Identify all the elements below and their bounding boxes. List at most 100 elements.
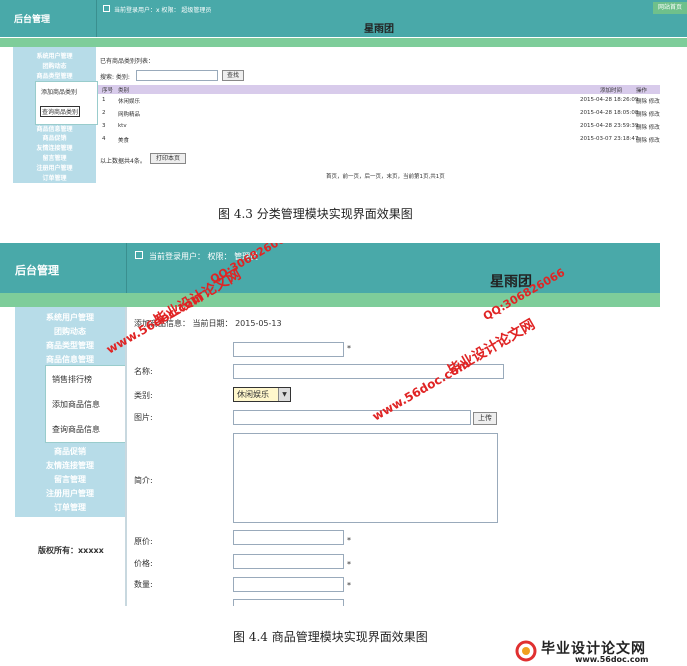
sidebar-item-query-goods[interactable]: 查询商品信息	[52, 424, 100, 435]
top-brand: 后台管理	[0, 0, 97, 37]
name-label: 名称:	[134, 367, 153, 376]
bottom-brand: 后台管理	[0, 243, 127, 293]
login-text: 当前登录用户：x 权限： 超级管理员	[114, 7, 212, 14]
sidebar-subbox: 添加商品类别 查询商品类别	[35, 81, 98, 125]
col-no: 序号	[102, 88, 114, 94]
sidebar-item-messages[interactable]: 留言管理	[13, 153, 96, 162]
row-name: 美食	[118, 138, 130, 144]
green-band	[0, 38, 687, 47]
sidebar-item-orders[interactable]: 订单管理	[13, 173, 96, 182]
col-time: 添加时间	[600, 88, 623, 94]
category-screenshot: 后台管理 当前登录用户：x 权限： 超级管理员 网站首页 星雨团 系统用户管理 …	[0, 0, 687, 186]
required-mark: *	[347, 560, 351, 569]
col-name: 类别	[118, 88, 130, 94]
row-no: 1	[102, 97, 106, 103]
required-mark: *	[347, 344, 351, 353]
image-field[interactable]	[233, 410, 471, 425]
field-unnamed[interactable]	[233, 342, 344, 357]
sidebar-item-sales-rank[interactable]: 销售排行榜	[52, 374, 92, 385]
bottom-sidebar: 系统用户管理 团购动态 商品类型管理 商品信息管理 销售排行榜 添加商品信息 查…	[15, 307, 127, 517]
image-label: 图片:	[134, 413, 153, 422]
row-ops[interactable]: 删除 修改	[636, 136, 660, 144]
sidebar-item-users[interactable]: 系统用户管理	[13, 51, 96, 60]
row-no: 3	[102, 123, 106, 129]
table-row: 3 ktv 2015-04-28 23:59:39 删除 修改	[98, 120, 660, 133]
sidebar-item-goods[interactable]: 商品信息管理	[15, 354, 125, 365]
price-field[interactable]	[233, 554, 344, 569]
sidebar-item-reg-users[interactable]: 注册用户管理	[13, 163, 96, 172]
sidebar-item-query-category[interactable]: 查询商品类别	[40, 106, 81, 117]
row-time: 2015-03-07 23:18:47	[580, 136, 639, 142]
price-label: 价格:	[134, 559, 153, 568]
upload-button[interactable]: 上传	[473, 412, 497, 425]
search-label: 搜索: 类别:	[100, 74, 130, 81]
row-ops[interactable]: 删除 修改	[636, 123, 660, 131]
list-title: 已有商品类别列表：	[100, 58, 155, 65]
checkbox-icon	[103, 5, 110, 12]
sidebar-divider	[125, 307, 127, 606]
original-price-label: 原价:	[134, 537, 153, 546]
sidebar-item-category[interactable]: 商品类型管理	[13, 71, 96, 80]
sidebar-item-reg-users[interactable]: 注册用户管理	[15, 488, 125, 499]
goods-screenshot: 后台管理 当前登录用户： 权限： 管理员 星雨团 系统用户管理 团购动态 商品类…	[0, 243, 660, 606]
table-header: 序号 类别 添加时间 操作	[98, 85, 660, 94]
sidebar-item-promo[interactable]: 商品促销	[13, 133, 96, 142]
intro-textarea[interactable]	[233, 433, 498, 523]
site-title: 星雨团	[364, 24, 394, 35]
search-input[interactable]	[136, 70, 218, 81]
type-label: 类别:	[134, 391, 153, 400]
search-button[interactable]: 查找	[222, 70, 244, 81]
print-button[interactable]: 打印本页	[150, 153, 186, 164]
count-text: 以上数据共4条。	[100, 158, 146, 165]
table-row: 4 美食 2015-03-07 23:18:47 删除 修改	[98, 133, 660, 146]
sidebar-item-users[interactable]: 系统用户管理	[15, 312, 125, 323]
sidebar-subbox: 销售排行榜 添加商品信息 查询商品信息	[45, 365, 127, 443]
sidebar-item-add-category[interactable]: 添加商品类别	[41, 87, 77, 96]
extra-field[interactable]	[233, 599, 344, 606]
table-row: 1 休闲娱乐 2015-04-28 18:26:09 删除 修改	[98, 94, 660, 107]
caption-fig-4-4: 图 4.4 商品管理模块实现界面效果图	[233, 630, 428, 644]
brand-title: 后台管理	[14, 15, 51, 25]
copyright: 版权所有：xxxxx	[38, 546, 104, 555]
checkbox-icon	[135, 251, 143, 259]
logo-url: www.56doc.com	[575, 655, 649, 664]
sidebar-item-messages[interactable]: 留言管理	[15, 474, 125, 485]
green-band	[0, 293, 660, 307]
row-no: 2	[102, 110, 106, 116]
col-ops: 操作	[636, 88, 648, 94]
row-name: ktv	[118, 123, 127, 129]
pager[interactable]: 首页，前一页，后一页，末页，当前第1页,共1页	[326, 172, 445, 180]
top-sidebar: 系统用户管理 团购动态 商品类型管理 添加商品类别 查询商品类别 商品信息管理 …	[13, 47, 98, 183]
row-no: 4	[102, 136, 106, 142]
quantity-label: 数量:	[134, 580, 153, 589]
login-info: 当前登录用户：x 权限： 超级管理员	[103, 5, 211, 14]
brand-title: 后台管理	[15, 264, 59, 277]
type-value: 休闲娱乐	[237, 390, 269, 399]
row-ops[interactable]: 删除 修改	[636, 97, 660, 105]
row-name: 休闲娱乐	[118, 99, 141, 105]
footer-logo: 毕业设计论文网 www.56doc.com	[515, 638, 687, 666]
sidebar-item-add-goods[interactable]: 添加商品信息	[52, 399, 100, 410]
sidebar-item-orders[interactable]: 订单管理	[15, 502, 125, 513]
intro-label: 简介:	[134, 476, 153, 485]
original-price-field[interactable]	[233, 530, 344, 545]
sidebar-item-goods[interactable]: 商品信息管理	[13, 124, 96, 133]
table-row: 2 网购精品 2015-04-28 18:05:08 删除 修改	[98, 107, 660, 120]
sidebar-item-promo[interactable]: 商品促销	[15, 446, 125, 457]
dropdown-arrow-icon[interactable]: ▼	[278, 388, 290, 401]
row-time: 2015-04-28 18:26:09	[580, 97, 639, 103]
required-mark: *	[347, 536, 351, 545]
row-name: 网购精品	[118, 112, 141, 118]
type-select[interactable]: 休闲娱乐 ▼	[233, 387, 291, 402]
sidebar-item-links[interactable]: 友情连接管理	[13, 143, 96, 152]
required-mark: *	[347, 581, 351, 590]
sidebar-item-news[interactable]: 团购动态	[13, 61, 96, 70]
logo-emblem-icon	[515, 640, 537, 662]
quantity-field[interactable]	[233, 577, 344, 592]
row-time: 2015-04-28 23:59:39	[580, 123, 639, 129]
caption-fig-4-3: 图 4.3 分类管理模块实现界面效果图	[218, 207, 413, 221]
row-ops[interactable]: 删除 修改	[636, 110, 660, 118]
sidebar-item-links[interactable]: 友情连接管理	[15, 460, 125, 471]
sidebar-item-news[interactable]: 团购动态	[15, 326, 125, 337]
home-link[interactable]: 网站首页	[653, 2, 687, 14]
